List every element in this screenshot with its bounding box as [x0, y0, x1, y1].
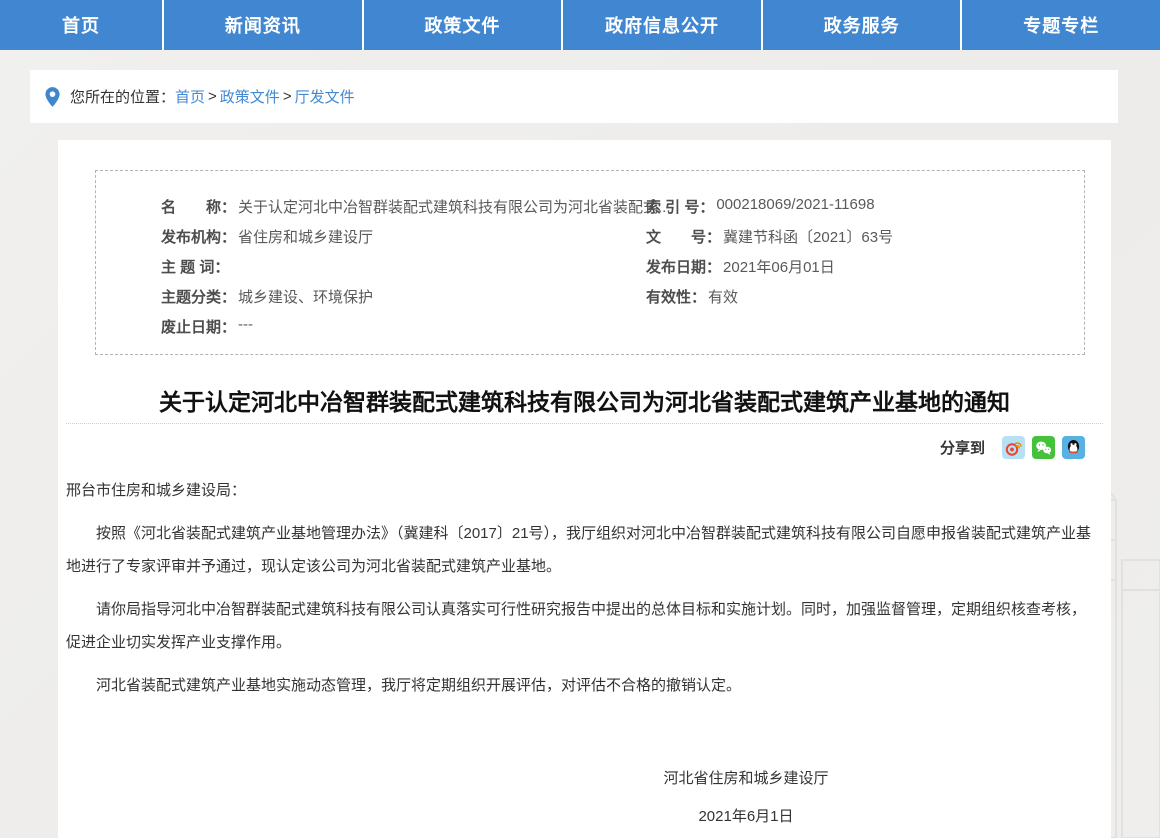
meta-label-validity: 有效性：	[646, 286, 706, 307]
meta-value-publish-date: 2021年06月01日	[723, 256, 835, 277]
wechat-share-icon[interactable]	[1032, 436, 1055, 459]
meta-cell-name: 名 称： 关于认定河北中冶智群装配式建筑科技有限公司为河北省装配式...	[161, 196, 646, 217]
meta-cell-subject-category: 主题分类： 城乡建设、环境保护	[161, 286, 646, 307]
salutation: 邢台市住房和城乡建设局：	[66, 474, 1093, 507]
signature-date: 2021年6月1日	[616, 800, 876, 833]
top-navigation: 首页 新闻资讯 政策文件 政府信息公开 政务服务 专题专栏	[0, 0, 1160, 50]
breadcrumb-prefix: 您所在的位置：	[70, 86, 175, 107]
nav-item-policy-documents[interactable]: 政策文件	[362, 0, 562, 50]
nav-item-home[interactable]: 首页	[0, 0, 162, 50]
meta-cell-issuing-agency: 发布机构： 省住房和城乡建设厅	[161, 226, 646, 247]
breadcrumb-link-dept-documents[interactable]: 厅发文件	[295, 86, 355, 107]
breadcrumb-separator: >	[283, 88, 292, 105]
document-meta-table: 名 称： 关于认定河北中冶智群装配式建筑科技有限公司为河北省装配式... 索 引…	[95, 170, 1085, 355]
meta-cell-index-number: 索 引 号： 000218069/2021-11698	[646, 196, 1084, 217]
meta-label-name: 名 称：	[161, 196, 236, 217]
meta-value-subject-category: 城乡建设、环境保护	[238, 286, 373, 307]
nav-item-gov-services[interactable]: 政务服务	[761, 0, 961, 50]
meta-value-name: 关于认定河北中冶智群装配式建筑科技有限公司为河北省装配式...	[238, 196, 671, 217]
meta-label-subject-category: 主题分类：	[161, 286, 236, 307]
signature-agency: 河北省住房和城乡建设厅	[616, 762, 876, 795]
paragraph-2: 请你局指导河北中冶智群装配式建筑科技有限公司认真落实可行性研究报告中提出的总体目…	[66, 593, 1093, 659]
qq-share-icon[interactable]	[1062, 436, 1085, 459]
meta-cell-publish-date: 发布日期： 2021年06月01日	[646, 256, 1084, 277]
nav-item-news[interactable]: 新闻资讯	[162, 0, 362, 50]
meta-row: 主题分类： 城乡建设、环境保护 有效性： 有效	[161, 281, 1084, 311]
meta-cell-validity: 有效性： 有效	[646, 286, 1084, 307]
meta-label-index-number: 索 引 号：	[646, 196, 714, 217]
meta-row: 主 题 词： 发布日期： 2021年06月01日	[161, 251, 1084, 281]
meta-label-publish-date: 发布日期：	[646, 256, 721, 277]
article-body: 邢台市住房和城乡建设局： 按照《河北省装配式建筑产业基地管理办法》（冀建科〔20…	[66, 474, 1093, 712]
meta-cell-subject-words: 主 题 词：	[161, 256, 646, 277]
page-title: 关于认定河北中冶智群装配式建筑科技有限公司为河北省装配式建筑产业基地的通知	[58, 383, 1111, 417]
paragraph-1: 按照《河北省装配式建筑产业基地管理办法》（冀建科〔2017〕21号），我厅组织对…	[66, 517, 1093, 583]
breadcrumb-link-home[interactable]: 首页	[175, 86, 205, 107]
breadcrumb: 您所在的位置： 首页 > 政策文件 > 厅发文件	[30, 70, 1118, 123]
share-bar: 分享到	[940, 436, 1085, 459]
meta-value-issuing-agency: 省住房和城乡建设厅	[238, 226, 373, 247]
breadcrumb-separator: >	[208, 88, 217, 105]
paragraph-3: 河北省装配式建筑产业基地实施动态管理，我厅将定期组织开展评估，对评估不合格的撤销…	[66, 669, 1093, 702]
meta-label-repeal-date: 废止日期：	[161, 316, 236, 337]
meta-row: 废止日期： ---	[161, 311, 1084, 341]
weibo-share-icon[interactable]	[1002, 436, 1025, 459]
title-divider	[66, 423, 1103, 424]
meta-label-subject-words: 主 题 词：	[161, 256, 229, 277]
meta-label-doc-number: 文 号：	[646, 226, 721, 247]
meta-value-validity: 有效	[708, 286, 738, 307]
signature-block: 河北省住房和城乡建设厅 2021年6月1日	[616, 762, 876, 833]
meta-row: 发布机构： 省住房和城乡建设厅 文 号： 冀建节科函〔2021〕63号	[161, 221, 1084, 251]
location-pin-icon	[44, 86, 61, 108]
nav-item-gov-info-disclosure[interactable]: 政府信息公开	[561, 0, 761, 50]
meta-value-index-number: 000218069/2021-11698	[716, 196, 874, 217]
share-label: 分享到	[940, 437, 985, 458]
nav-item-special-topics[interactable]: 专题专栏	[960, 0, 1160, 50]
meta-cell-doc-number: 文 号： 冀建节科函〔2021〕63号	[646, 226, 1084, 247]
meta-cell-repeal-date: 废止日期： ---	[161, 316, 646, 337]
meta-row: 名 称： 关于认定河北中冶智群装配式建筑科技有限公司为河北省装配式... 索 引…	[161, 191, 1084, 221]
meta-label-issuing-agency: 发布机构：	[161, 226, 236, 247]
content-card: 名 称： 关于认定河北中冶智群装配式建筑科技有限公司为河北省装配式... 索 引…	[58, 140, 1111, 838]
meta-value-doc-number: 冀建节科函〔2021〕63号	[723, 226, 893, 247]
breadcrumb-link-policy-documents[interactable]: 政策文件	[220, 86, 280, 107]
meta-value-repeal-date: ---	[238, 316, 253, 337]
